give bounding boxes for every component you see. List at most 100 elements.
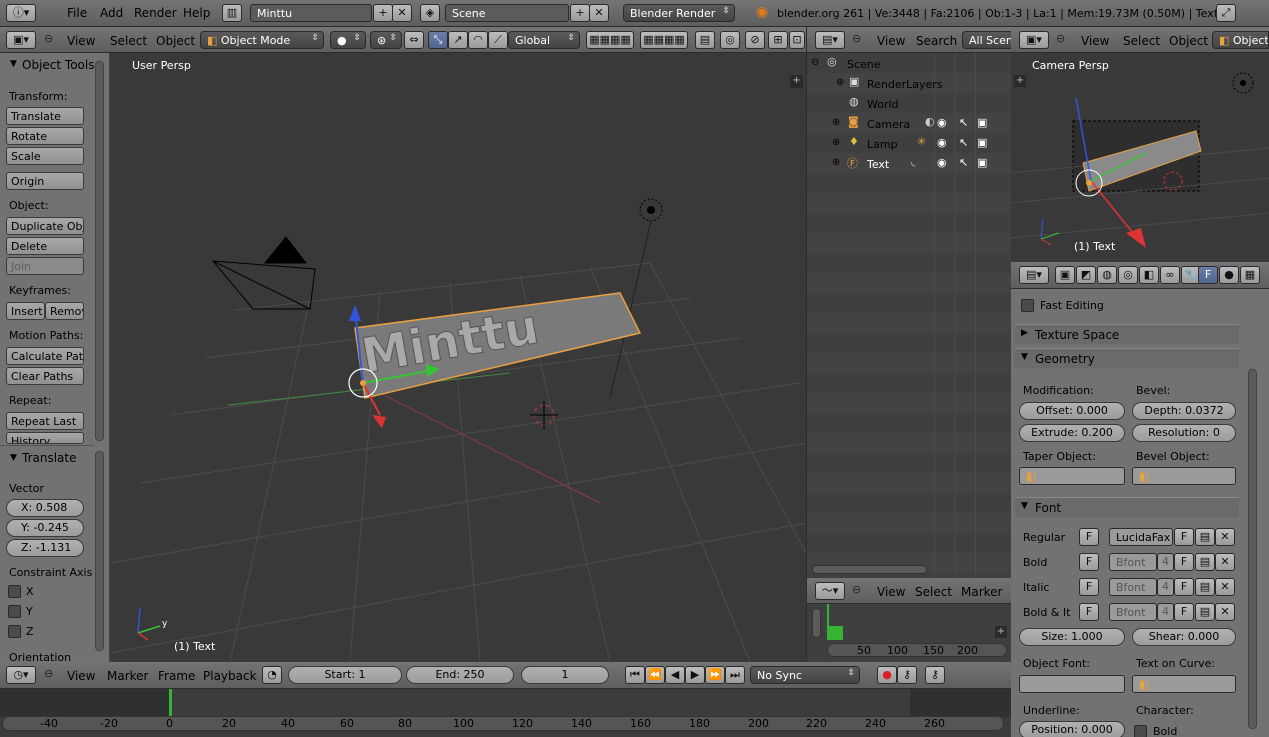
repeat-last-button[interactable]: Repeat Last bbox=[6, 412, 84, 430]
jump-keyframe-forward-icon[interactable]: ⏩ bbox=[705, 666, 725, 684]
menu-view[interactable]: View bbox=[877, 585, 905, 599]
regular-font-field[interactable]: LucidaFax bbox=[1109, 528, 1173, 546]
history-button[interactable]: History... bbox=[6, 432, 84, 444]
menu-view[interactable]: View bbox=[1081, 34, 1109, 48]
editor-type-3dview-button[interactable]: ▣▾ bbox=[1019, 31, 1049, 49]
menu-playback[interactable]: Playback bbox=[203, 669, 257, 683]
bold-italic-font-browse-icon[interactable]: F bbox=[1079, 603, 1099, 621]
vector-y-field[interactable]: Y: -0.245 bbox=[6, 519, 84, 537]
add-screen-button[interactable]: + bbox=[373, 4, 393, 22]
manipulator-extra-icon[interactable]: ⟋ bbox=[488, 31, 508, 49]
outliner-world[interactable]: World bbox=[867, 98, 899, 111]
bold-fake-user-button[interactable]: F bbox=[1174, 553, 1194, 571]
render-preview-icon[interactable]: ◎ bbox=[720, 31, 740, 49]
bevel-depth-field[interactable]: Depth: 0.0372 bbox=[1132, 402, 1236, 420]
keying-set-icon[interactable]: ⚷ bbox=[897, 666, 917, 684]
geometry-panel-header[interactable]: ▼ Geometry bbox=[1015, 348, 1239, 368]
bold-unlink-icon[interactable]: ✕ bbox=[1215, 553, 1235, 571]
menu-object[interactable]: Object bbox=[156, 34, 195, 48]
regular-open-icon[interactable]: ▤ bbox=[1195, 528, 1215, 546]
vector-z-field[interactable]: Z: -1.131 bbox=[6, 539, 84, 557]
collapse-menu-icon[interactable]: ⊖ bbox=[44, 32, 53, 45]
menu-marker[interactable]: Marker bbox=[961, 585, 1002, 599]
outliner-filter-dropdown[interactable]: All Scenes bbox=[962, 31, 1012, 49]
bevel-resolution-field[interactable]: Resolution: 0 bbox=[1132, 424, 1236, 442]
outliner-renderlayers[interactable]: RenderLayers bbox=[867, 78, 943, 91]
menu-select[interactable]: Select bbox=[1123, 34, 1160, 48]
graph-plus-icon[interactable]: + bbox=[995, 626, 1007, 638]
keying-insert-icon[interactable]: ⚷ bbox=[925, 666, 945, 684]
lamp-select-icon[interactable]: ↖ bbox=[959, 136, 968, 149]
text-visibility-icon[interactable]: ◉ bbox=[937, 156, 947, 169]
expand-icon[interactable]: ⊕ bbox=[832, 117, 840, 128]
play-reverse-icon[interactable]: ◀ bbox=[665, 666, 685, 684]
snap-toggle-icon[interactable]: ⊘ bbox=[745, 31, 765, 49]
rotate-button[interactable]: Rotate bbox=[6, 127, 84, 145]
menu-frame[interactable]: Frame bbox=[158, 669, 195, 683]
taper-object-field[interactable]: ◧ bbox=[1019, 467, 1125, 485]
screen-layout-field[interactable]: Minttu bbox=[250, 4, 372, 22]
operator-scrollbar[interactable] bbox=[95, 451, 104, 651]
underline-position-field[interactable]: Position: 0.000 bbox=[1019, 721, 1125, 737]
regular-font-browse-icon[interactable]: F bbox=[1079, 528, 1099, 546]
shading-dropdown[interactable]: ● ⇳ bbox=[330, 31, 366, 49]
collapse-triangle-icon[interactable]: ▼ bbox=[10, 59, 17, 69]
camera-render-icon[interactable]: ▣ bbox=[977, 116, 987, 129]
remove-keyframe-button[interactable]: Remove bbox=[45, 302, 84, 320]
scale-button[interactable]: Scale bbox=[6, 147, 84, 165]
expand-icon[interactable]: ⊕ bbox=[836, 77, 844, 88]
sync-dropdown[interactable]: No Sync ⇳ bbox=[750, 666, 860, 684]
collapse-menu-icon[interactable]: ⊖ bbox=[852, 32, 861, 45]
insert-keyframe-button[interactable]: Insert bbox=[6, 302, 45, 320]
properties-scrollbar[interactable] bbox=[1248, 369, 1257, 729]
tool-shelf-scrollbar[interactable] bbox=[95, 61, 104, 441]
tab-world-icon[interactable]: ◎ bbox=[1118, 266, 1138, 284]
menu-select[interactable]: Select bbox=[915, 585, 952, 599]
camera-mode-dropdown[interactable]: ◧ Object Mode bbox=[1212, 31, 1269, 49]
manipulator-translate-icon[interactable]: ⤡ bbox=[428, 31, 448, 49]
timeline-area[interactable]: -40 -20 0 20 40 60 80 100 120 140 160 18… bbox=[0, 689, 1011, 737]
duplicate-objects-button[interactable]: Duplicate Objects bbox=[6, 217, 84, 235]
tab-material-icon[interactable]: ● bbox=[1219, 266, 1239, 284]
jump-end-icon[interactable]: ⏭ bbox=[725, 666, 745, 684]
editor-type-timeline-button[interactable]: ◷▾ bbox=[6, 666, 36, 684]
object-font-field[interactable] bbox=[1019, 675, 1125, 693]
delete-scene-button[interactable]: ✕ bbox=[589, 4, 609, 22]
collapse-menu-icon[interactable]: ⊖ bbox=[852, 583, 861, 596]
screen-layout-icon[interactable]: ▥ bbox=[222, 4, 242, 22]
editor-type-info-button[interactable]: ⓘ▾ bbox=[6, 4, 36, 22]
lamp-render-icon[interactable]: ▣ bbox=[977, 136, 987, 149]
camera-view-plus-icon[interactable]: + bbox=[1014, 75, 1026, 87]
snap-target-icon[interactable]: ⊡ bbox=[789, 31, 805, 49]
menu-view[interactable]: View bbox=[67, 669, 95, 683]
editor-type-graph-button[interactable]: 〜▾ bbox=[815, 582, 845, 600]
calculate-paths-button[interactable]: Calculate Paths bbox=[6, 347, 84, 365]
menu-view[interactable]: View bbox=[67, 34, 95, 48]
collapse-triangle-icon[interactable]: ▼ bbox=[10, 453, 17, 463]
delete-button[interactable]: Delete bbox=[6, 237, 84, 255]
bevel-object-field[interactable]: ◧ bbox=[1132, 467, 1236, 485]
tab-render-icon[interactable]: ▣ bbox=[1055, 266, 1075, 284]
scene-field[interactable]: Scene bbox=[445, 4, 569, 22]
menu-search[interactable]: Search bbox=[916, 34, 957, 48]
menu-help[interactable]: Help bbox=[183, 6, 210, 20]
viewport-plus-icon[interactable]: + bbox=[790, 75, 803, 88]
layers-group-2[interactable]: ▦▦▦▦ bbox=[640, 31, 688, 49]
collapse-menu-icon[interactable]: ⊖ bbox=[44, 667, 53, 680]
play-icon[interactable]: ▶ bbox=[685, 666, 705, 684]
pivot-dropdown[interactable]: ⊛ ⇳ bbox=[370, 31, 402, 49]
menu-render[interactable]: Render bbox=[134, 6, 177, 20]
bold-open-icon[interactable]: ▤ bbox=[1195, 553, 1215, 571]
regular-fake-user-button[interactable]: F bbox=[1174, 528, 1194, 546]
add-scene-button[interactable]: + bbox=[570, 4, 590, 22]
menu-add[interactable]: Add bbox=[100, 6, 123, 20]
bold-italic-fake-user-button[interactable]: F bbox=[1174, 603, 1194, 621]
menu-object[interactable]: Object bbox=[1169, 34, 1208, 48]
menu-view[interactable]: View bbox=[877, 34, 905, 48]
fullscreen-icon[interactable]: ⤢ bbox=[1216, 4, 1236, 22]
camera-viewport[interactable]: Camera Persp (1) Text + bbox=[1011, 53, 1269, 262]
collapse-menu-icon[interactable]: ⊖ bbox=[1056, 32, 1065, 45]
tab-scene-icon[interactable]: ◍ bbox=[1097, 266, 1117, 284]
outliner-lamp[interactable]: Lamp bbox=[867, 138, 898, 151]
menu-marker[interactable]: Marker bbox=[107, 669, 148, 683]
